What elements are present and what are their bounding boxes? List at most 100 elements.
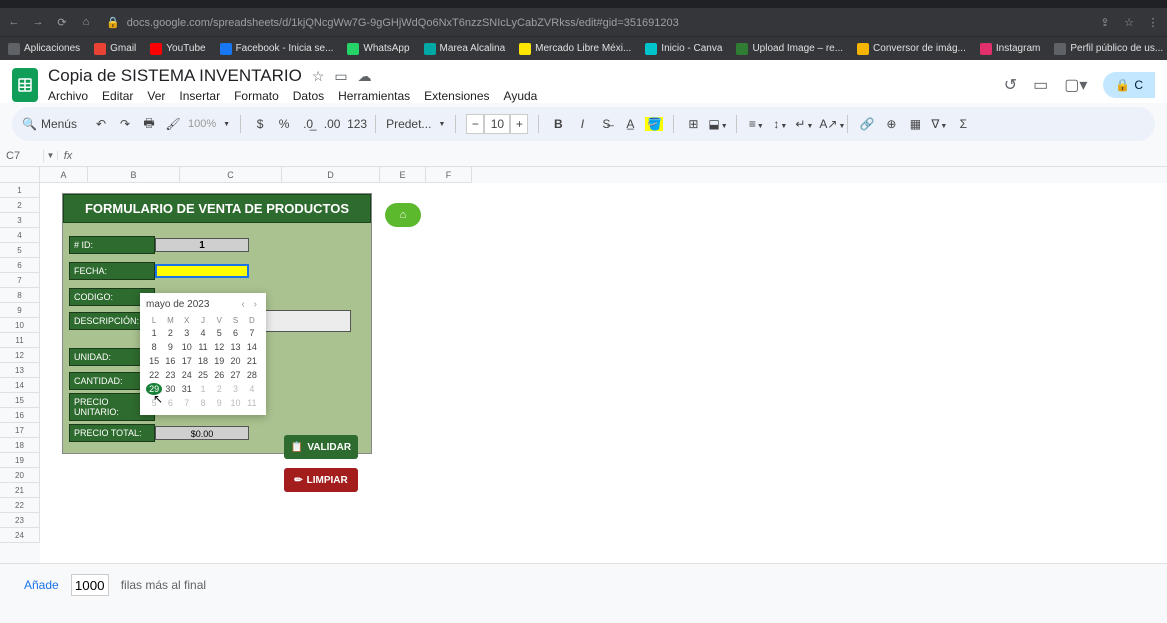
limpiar-button[interactable]: ✏ LIMPIAR — [284, 468, 358, 492]
col-header[interactable]: C — [180, 167, 282, 183]
star-doc-icon[interactable]: ☆ — [312, 68, 325, 85]
borders-icon[interactable]: ⊞ — [684, 117, 702, 131]
menu-icon[interactable]: ⋮ — [1145, 16, 1161, 29]
dp-day[interactable]: 11 — [195, 341, 211, 353]
menu-herramientas[interactable]: Herramientas — [338, 89, 410, 103]
merge-icon[interactable]: ⬓▼ — [708, 117, 726, 131]
dp-day[interactable]: 22 — [146, 369, 162, 381]
redo-icon[interactable]: ↷ — [116, 117, 134, 131]
row-header[interactable]: 11 — [0, 333, 40, 348]
name-box-arrow-icon[interactable]: ▼ — [44, 151, 58, 160]
dp-day[interactable]: 12 — [211, 341, 227, 353]
percent-icon[interactable]: % — [275, 117, 293, 131]
dp-day[interactable]: 6 — [162, 397, 178, 409]
row-header[interactable]: 22 — [0, 498, 40, 513]
undo-icon[interactable]: ↶ — [92, 117, 110, 131]
back-icon[interactable]: ← — [6, 16, 22, 28]
menu-extensiones[interactable]: Extensiones — [424, 89, 489, 103]
dp-day[interactable]: 11 — [244, 397, 260, 409]
grid-body[interactable]: FORMULARIO DE VENTA DE PRODUCTOS # ID: 1… — [40, 183, 1167, 563]
id-field[interactable]: 1 — [155, 238, 249, 252]
doc-title[interactable]: Copia de SISTEMA INVENTARIO — [48, 66, 302, 86]
dp-day[interactable]: 25 — [195, 369, 211, 381]
dp-next-icon[interactable]: › — [251, 299, 260, 310]
chart-insert-icon[interactable]: ▦ — [906, 117, 924, 131]
cloud-status-icon[interactable]: ☁ — [358, 68, 372, 85]
dp-day[interactable]: 23 — [162, 369, 178, 381]
dp-day[interactable]: 31 — [179, 383, 195, 395]
sheets-logo-icon[interactable] — [12, 68, 38, 102]
dp-day[interactable]: 6 — [227, 327, 243, 339]
zoom-arrow-icon[interactable]: ▼ — [223, 121, 230, 128]
home-icon[interactable]: ⌂ — [78, 16, 94, 28]
row-header[interactable]: 10 — [0, 318, 40, 333]
row-header[interactable]: 4 — [0, 228, 40, 243]
row-header[interactable]: 8 — [0, 288, 40, 303]
dp-day[interactable]: 9 — [211, 397, 227, 409]
text-color-icon[interactable]: A̲ — [621, 117, 639, 131]
currency-icon[interactable]: $ — [251, 117, 269, 131]
row-header[interactable]: 7 — [0, 273, 40, 288]
rows-count-input[interactable] — [71, 574, 109, 596]
dp-day[interactable]: 5 — [211, 327, 227, 339]
row-header[interactable]: 3 — [0, 213, 40, 228]
col-header[interactable]: A — [40, 167, 88, 183]
row-header[interactable]: 18 — [0, 438, 40, 453]
name-box[interactable]: C7 — [0, 150, 44, 162]
rotate-icon[interactable]: A↗▼ — [819, 117, 837, 131]
bookmark-item[interactable]: Gmail — [94, 43, 136, 55]
bookmark-item[interactable]: Facebook - Inicia se... — [220, 43, 334, 55]
row-header[interactable]: 2 — [0, 198, 40, 213]
dp-day[interactable]: 20 — [227, 355, 243, 367]
dp-day[interactable]: 8 — [195, 397, 211, 409]
move-doc-icon[interactable]: ▭ — [334, 68, 347, 85]
url-bar[interactable]: 🔒 docs.google.com/spreadsheets/d/1kjQNcg… — [102, 16, 1089, 29]
bookmark-item[interactable]: Marea Alcalina — [424, 43, 506, 55]
font-size-plus[interactable]: + — [510, 114, 528, 134]
star-icon[interactable]: ☆ — [1121, 16, 1137, 29]
dp-day[interactable]: 2 — [162, 327, 178, 339]
meet-icon[interactable]: ▢▾ — [1064, 75, 1087, 95]
italic-icon[interactable]: I — [573, 117, 591, 131]
valign-icon[interactable]: ↕▼ — [771, 117, 789, 131]
print-icon[interactable]: 🖶 — [140, 114, 158, 135]
menu-archivo[interactable]: Archivo — [48, 89, 88, 103]
decrease-decimal-icon[interactable]: .0̲ — [299, 117, 317, 131]
dp-day[interactable]: 3 — [179, 327, 195, 339]
font-select[interactable]: Predet... — [386, 117, 431, 131]
row-header[interactable]: 1 — [0, 183, 40, 198]
reload-icon[interactable]: ⟳ — [54, 16, 70, 29]
row-header[interactable]: 24 — [0, 528, 40, 543]
bookmark-item[interactable]: YouTube — [150, 43, 205, 55]
dp-day[interactable]: 29 — [146, 383, 162, 395]
zoom-select[interactable]: 100% — [188, 118, 216, 130]
dp-day[interactable]: 7 — [179, 397, 195, 409]
share-button[interactable]: 🔒 C — [1103, 72, 1155, 98]
select-all-corner[interactable] — [0, 167, 40, 183]
dp-day[interactable]: 19 — [211, 355, 227, 367]
bookmark-item[interactable]: Inicio - Canva — [645, 43, 722, 55]
col-header[interactable]: D — [282, 167, 380, 183]
bookmark-item[interactable]: WhatsApp — [347, 43, 409, 55]
dp-day[interactable]: 16 — [162, 355, 178, 367]
dp-day[interactable]: 4 — [244, 383, 260, 395]
row-header[interactable]: 21 — [0, 483, 40, 498]
strikethrough-icon[interactable]: S̶ — [597, 117, 615, 131]
row-header[interactable]: 5 — [0, 243, 40, 258]
forward-icon[interactable]: → — [30, 16, 46, 28]
row-header[interactable]: 23 — [0, 513, 40, 528]
bookmark-item[interactable]: Upload Image – re... — [736, 43, 843, 55]
dp-day[interactable]: 4 — [195, 327, 211, 339]
dp-day[interactable]: 18 — [195, 355, 211, 367]
fecha-field[interactable] — [155, 264, 249, 278]
functions-icon[interactable]: Σ — [954, 117, 972, 131]
menu-ayuda[interactable]: Ayuda — [504, 89, 538, 103]
format-123-icon[interactable]: 123 — [347, 117, 365, 131]
font-size-minus[interactable]: − — [466, 114, 484, 134]
dp-day[interactable]: 26 — [211, 369, 227, 381]
row-header[interactable]: 15 — [0, 393, 40, 408]
paint-format-icon[interactable]: 🖌 — [164, 117, 182, 131]
dp-day[interactable]: 9 — [162, 341, 178, 353]
bookmark-item[interactable]: Instagram — [980, 43, 1040, 55]
dp-day[interactable]: 27 — [227, 369, 243, 381]
